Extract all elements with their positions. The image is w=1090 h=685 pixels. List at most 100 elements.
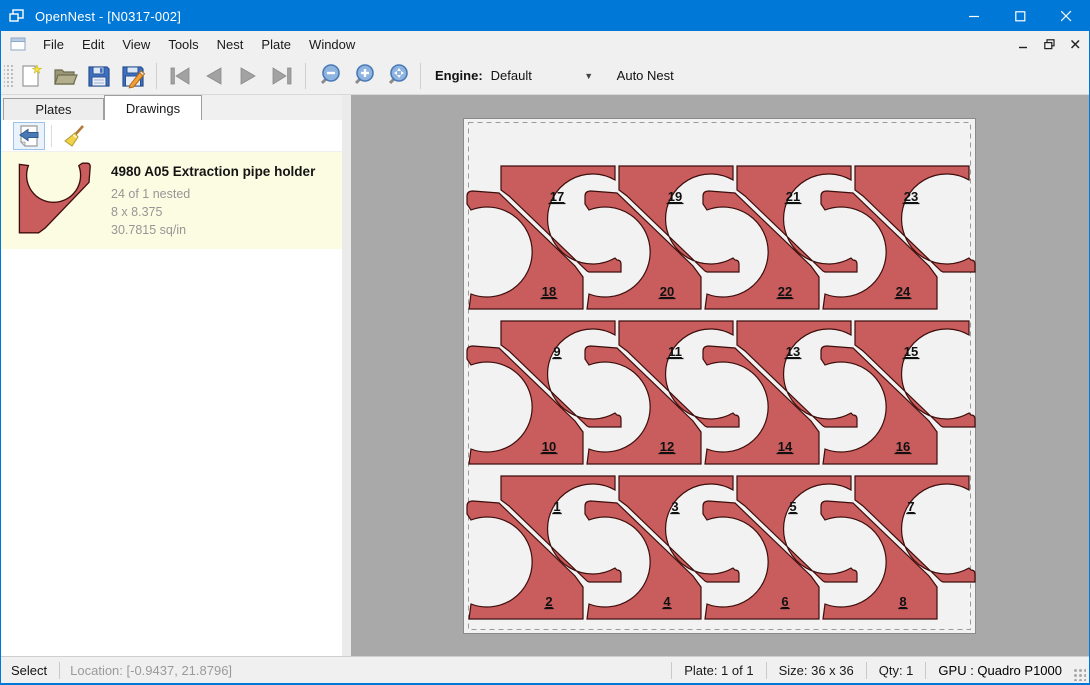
menu-nest[interactable]: Nest <box>208 33 253 56</box>
drawing-info: 4980 A05 Extraction pipe holder 24 of 1 … <box>111 160 315 239</box>
mdi-restore-button[interactable] <box>1037 34 1061 54</box>
minimize-icon <box>969 11 980 22</box>
mdi-close-icon <box>1071 40 1080 49</box>
part-number: 16 <box>896 439 910 454</box>
part-number: 19 <box>668 189 682 204</box>
part-number: 23 <box>904 189 918 204</box>
tab-plates[interactable]: Plates <box>3 98 104 120</box>
status-separator <box>671 662 672 679</box>
save-edit-button[interactable] <box>116 60 150 92</box>
new-button[interactable] <box>14 60 48 92</box>
part-number: 20 <box>660 284 674 299</box>
save-floppy-icon <box>86 63 112 89</box>
app-icon <box>9 8 25 24</box>
part-number: 8 <box>899 594 906 609</box>
close-button[interactable] <box>1043 1 1089 31</box>
status-size: Size: 36 x 36 <box>779 663 854 678</box>
drawing-nested-count: 24 of 1 nested <box>111 185 315 203</box>
save-button[interactable] <box>82 60 116 92</box>
menu-plate[interactable]: Plate <box>252 33 300 56</box>
zoom-fit-icon <box>384 63 410 89</box>
part-number: 1 <box>553 499 560 514</box>
tab-drawings[interactable]: Drawings <box>104 95 202 120</box>
part-number: 18 <box>542 284 556 299</box>
drawing-list-item[interactable]: 4980 A05 Extraction pipe holder 24 of 1 … <box>1 152 342 249</box>
mdi-restore-icon <box>1044 39 1055 50</box>
first-plate-button[interactable] <box>163 60 197 92</box>
sidebar-panel: Plates Drawings <box>1 95 342 656</box>
previous-arrow-icon <box>202 64 226 88</box>
last-plate-button[interactable] <box>265 60 299 92</box>
status-location: Location: [-0.9437, 21.8796] <box>70 663 232 678</box>
minimize-button[interactable] <box>951 1 997 31</box>
status-separator <box>925 662 926 679</box>
drawings-toolbar <box>1 120 342 152</box>
part-number: 3 <box>671 499 678 514</box>
previous-plate-button[interactable] <box>197 60 231 92</box>
zoom-fit-button[interactable] <box>380 60 414 92</box>
next-plate-button[interactable] <box>231 60 265 92</box>
panel-splitter[interactable] <box>342 95 351 656</box>
clear-button[interactable] <box>58 122 90 150</box>
part-number: 9 <box>553 344 560 359</box>
nest-svg: 171819202122232491011121314151612345678 <box>351 95 1089 656</box>
zoom-in-icon <box>350 63 376 89</box>
status-plate: Plate: 1 of 1 <box>684 663 753 678</box>
toolbar-separator <box>420 63 421 89</box>
status-separator <box>766 662 767 679</box>
title-bar: OpenNest - [N0317-002] <box>1 1 1089 31</box>
part-number: 17 <box>550 189 564 204</box>
menu-edit[interactable]: Edit <box>73 33 113 56</box>
status-gpu: GPU : Quadro P1000 <box>938 663 1062 678</box>
resize-grip[interactable] <box>1072 667 1086 681</box>
window-title: OpenNest - [N0317-002] <box>35 9 181 24</box>
toolbar-grip[interactable] <box>4 63 14 89</box>
mdi-minimize-button[interactable] <box>1011 34 1035 54</box>
menu-file[interactable]: File <box>34 33 73 56</box>
close-icon <box>1061 11 1072 22</box>
menu-window[interactable]: Window <box>300 33 364 56</box>
status-separator <box>59 662 60 679</box>
zoom-in-button[interactable] <box>346 60 380 92</box>
part-thumbnail <box>17 162 95 236</box>
engine-label: Engine: <box>435 68 483 83</box>
zoom-out-icon <box>316 63 342 89</box>
chevron-down-icon[interactable]: ▼ <box>581 65 597 87</box>
main-toolbar: Engine: Default ▼ Auto Nest <box>1 57 1089 95</box>
menu-view[interactable]: View <box>113 33 159 56</box>
maximize-icon <box>1015 11 1026 22</box>
new-document-icon <box>18 63 44 89</box>
part-number: 4 <box>663 594 671 609</box>
drawing-size: 8 x 8.375 <box>111 203 315 221</box>
content-area: Plates Drawings <box>1 95 1089 656</box>
toolbar-separator <box>156 63 157 89</box>
drawing-area: 30.7815 sq/in <box>111 221 315 239</box>
mdi-close-button[interactable] <box>1063 34 1087 54</box>
status-separator <box>866 662 867 679</box>
status-mode: Select <box>11 663 47 678</box>
broom-icon <box>62 124 86 148</box>
zoom-out-button[interactable] <box>312 60 346 92</box>
send-to-plate-button[interactable] <box>13 122 45 150</box>
engine-value: Default <box>489 68 581 83</box>
page-back-arrow-icon <box>17 124 41 148</box>
save-edit-icon <box>120 63 146 89</box>
engine-select[interactable]: Default ▼ <box>489 64 597 88</box>
first-arrow-icon <box>168 64 192 88</box>
part-number: 22 <box>778 284 792 299</box>
last-arrow-icon <box>270 64 294 88</box>
drawings-list: 4980 A05 Extraction pipe holder 24 of 1 … <box>1 152 342 656</box>
open-folder-icon <box>52 63 78 89</box>
nest-canvas[interactable]: 171819202122232491011121314151612345678 <box>351 95 1089 656</box>
part-number: 12 <box>660 439 674 454</box>
part-number: 11 <box>668 344 682 359</box>
toolbar-separator <box>305 63 306 89</box>
open-button[interactable] <box>48 60 82 92</box>
drawing-title: 4980 A05 Extraction pipe holder <box>111 164 315 179</box>
maximize-button[interactable] <box>997 1 1043 31</box>
menu-tools[interactable]: Tools <box>159 33 207 56</box>
part-number: 24 <box>896 284 911 299</box>
part-number: 6 <box>781 594 788 609</box>
auto-nest-button[interactable]: Auto Nest <box>611 64 680 87</box>
part-number: 2 <box>545 594 552 609</box>
